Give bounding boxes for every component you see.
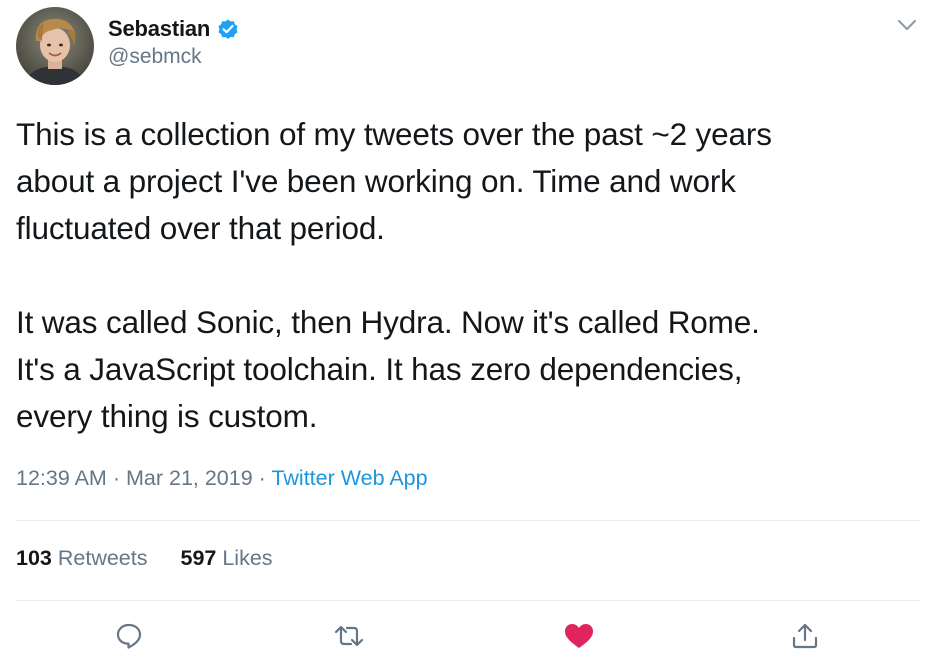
tweet-stats: 103 Retweets 597 Likes	[16, 546, 273, 571]
like-icon	[563, 621, 595, 656]
chevron-down-icon[interactable]	[896, 15, 918, 35]
divider	[16, 600, 920, 601]
retweet-icon	[332, 621, 366, 656]
action-bar	[0, 618, 938, 658]
meta-separator: ·	[112, 466, 120, 490]
tweet-text: This is a collection of my tweets over t…	[16, 116, 772, 434]
display-name[interactable]: Sebastian	[108, 16, 210, 42]
share-icon	[790, 621, 820, 656]
retweets-stat[interactable]: 103 Retweets	[16, 546, 147, 571]
likes-count: 597	[180, 546, 217, 570]
tweet-time[interactable]: 12:39 AM	[16, 466, 107, 490]
reply-icon	[114, 621, 144, 656]
likes-label: Likes	[222, 546, 273, 570]
retweets-label: Retweets	[57, 546, 148, 570]
verified-badge-icon	[216, 17, 240, 41]
author-handle[interactable]: @sebmck	[108, 45, 202, 69]
likes-stat[interactable]: 597 Likes	[180, 546, 272, 571]
avatar-image	[16, 7, 94, 85]
tweet-source-link[interactable]: Twitter Web App	[271, 466, 427, 490]
divider	[16, 520, 920, 521]
author-name-row[interactable]: Sebastian	[108, 14, 240, 44]
like-button[interactable]	[559, 618, 599, 658]
meta-separator: ·	[258, 466, 266, 490]
retweets-count: 103	[16, 546, 52, 570]
retweet-button[interactable]	[329, 618, 369, 658]
reply-button[interactable]	[109, 618, 149, 658]
share-button[interactable]	[785, 618, 825, 658]
tweet-date[interactable]: Mar 21, 2019	[126, 466, 253, 490]
avatar[interactable]	[16, 7, 94, 85]
tweet-meta: 12:39 AM · Mar 21, 2019 · Twitter Web Ap…	[16, 466, 428, 491]
